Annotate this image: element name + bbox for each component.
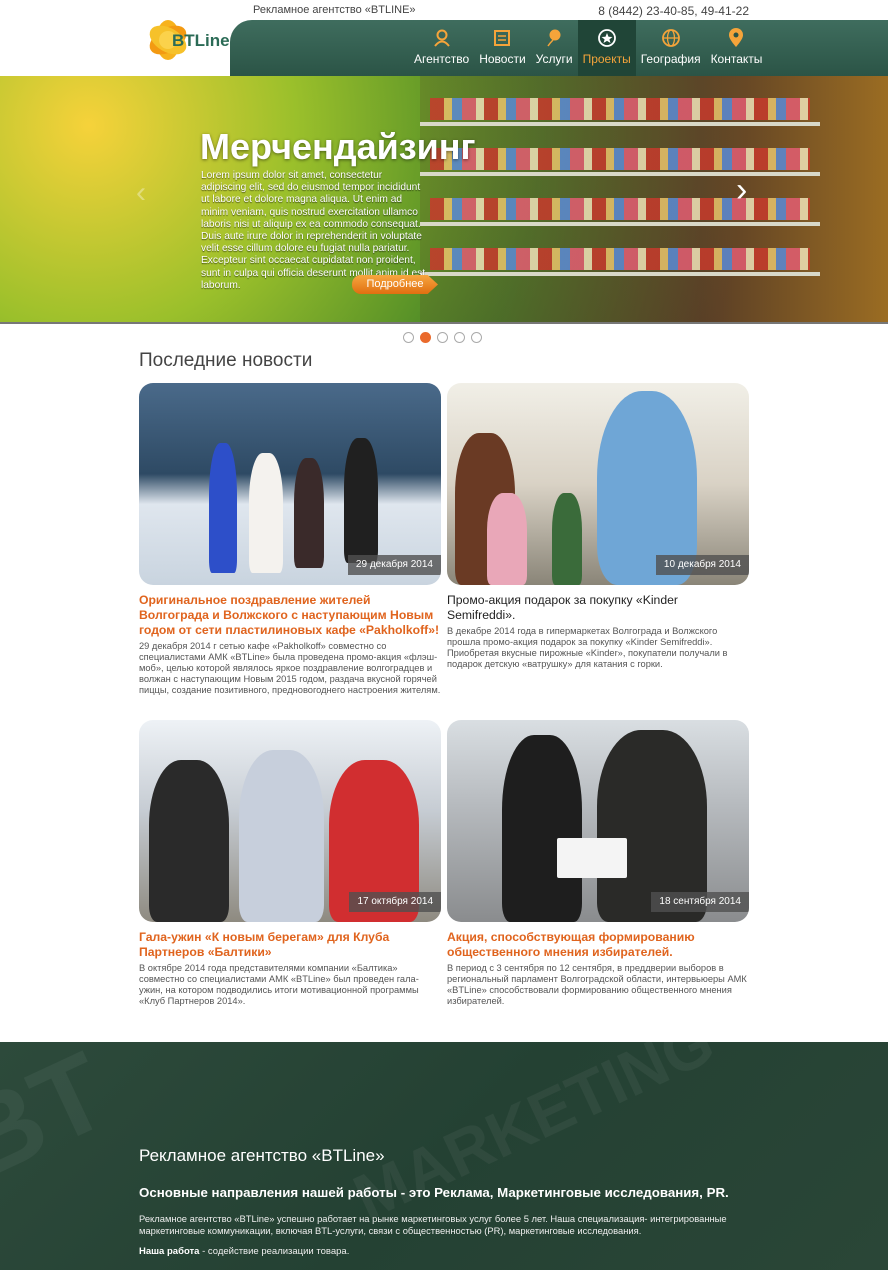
footer-text: Рекламное агентство «BTLine» успешно раб… bbox=[139, 1213, 727, 1236]
news-text: 29 декабря 2014 г сетью кафе «Pakholkoff… bbox=[139, 641, 441, 695]
news-photo[interactable]: 18 сентября 2014 bbox=[447, 720, 749, 922]
slider-dot[interactable] bbox=[420, 332, 431, 343]
nav-label: География bbox=[640, 52, 701, 66]
news-text: В декабре 2014 года в гипермаркетах Волг… bbox=[447, 626, 728, 669]
shelf-goods bbox=[430, 198, 810, 220]
news-card: 29 декабря 2014 Оригинальное поздравлени… bbox=[139, 383, 441, 696]
site-footer: MARKETING BT Рекламное агентство «BTLine… bbox=[0, 1042, 888, 1270]
shelf-goods bbox=[430, 248, 810, 270]
photo-paper bbox=[557, 838, 627, 878]
star-icon bbox=[597, 29, 616, 47]
news-text: В октябре 2014 года представителями комп… bbox=[139, 963, 419, 1006]
main-nav: Агентство Новости Услуги Проекты Географ… bbox=[409, 20, 767, 76]
slider-dot[interactable] bbox=[454, 332, 465, 343]
footer-title: Рекламное агентство «BTLine» bbox=[139, 1146, 385, 1165]
nav-item-contacts[interactable]: Контакты bbox=[706, 20, 768, 76]
photo-figure bbox=[502, 735, 582, 922]
shelf bbox=[420, 222, 820, 226]
footer-work-label: Наша работа bbox=[139, 1246, 200, 1257]
slider-dot[interactable] bbox=[471, 332, 482, 343]
news-card: 18 сентября 2014 Акция, способствующая ф… bbox=[447, 720, 749, 1007]
footer-watermark: MARKETING bbox=[342, 1042, 725, 1234]
shelf bbox=[420, 122, 820, 126]
more-button[interactable]: Подробнее bbox=[352, 275, 438, 294]
slider-dot[interactable] bbox=[403, 332, 414, 343]
site-header: Рекламное агентство «BTLINE» 8 (8442) 23… bbox=[0, 0, 888, 80]
nav-label: Проекты bbox=[582, 52, 631, 66]
news-title[interactable]: Гала-ужин «К новым берегам» для Клуба Па… bbox=[139, 930, 441, 960]
photo-figure bbox=[209, 443, 237, 573]
footer-work: Наша работа - содействие реализации това… bbox=[139, 1246, 349, 1257]
nav-item-geography[interactable]: География bbox=[636, 20, 706, 76]
prev-arrow-icon[interactable]: ‹ bbox=[136, 176, 146, 210]
shelf-goods bbox=[430, 98, 810, 120]
news-text: В период с 3 сентября по 12 сентября, в … bbox=[447, 963, 747, 1006]
news-date: 29 декабря 2014 bbox=[347, 555, 441, 575]
next-arrow-icon[interactable]: › bbox=[736, 171, 747, 210]
logo-text: BTLine bbox=[172, 31, 230, 50]
slider-dot[interactable] bbox=[437, 332, 448, 343]
photo-figure bbox=[552, 493, 582, 585]
photo-figure bbox=[487, 493, 527, 585]
news-card: 10 декабря 2014 Промо-акция подарок за п… bbox=[447, 383, 749, 670]
nav-item-news[interactable]: Новости bbox=[474, 20, 530, 76]
newspaper-icon bbox=[494, 30, 511, 46]
news-title[interactable]: Оригинальное поздравление жителей Волгог… bbox=[139, 593, 441, 638]
news-photo[interactable]: 17 октября 2014 bbox=[139, 720, 441, 922]
photo-figure bbox=[344, 438, 378, 563]
news-date: 10 декабря 2014 bbox=[655, 555, 749, 575]
news-title[interactable]: Промо-акция подарок за покупку «Kinder S… bbox=[447, 593, 749, 623]
nav-label: Услуги bbox=[535, 52, 573, 66]
phone-number[interactable]: 8 (8442) 23-40-85, 49-41-22 bbox=[598, 4, 749, 18]
map-pin-icon bbox=[729, 28, 744, 47]
nav-label: Агентство bbox=[414, 52, 470, 66]
nav-label: Новости bbox=[479, 52, 526, 66]
people-icon bbox=[433, 29, 450, 47]
btline-logo[interactable]: BTLine bbox=[140, 8, 232, 70]
balloon-icon bbox=[547, 29, 561, 47]
footer-work-text: - содействие реализации товара. bbox=[199, 1246, 350, 1257]
hero-slider: Мерчендайзинг Lorem ipsum dolor sit amet… bbox=[0, 76, 888, 324]
hero-title: Мерчендайзинг bbox=[200, 126, 476, 167]
nav-item-services[interactable]: Услуги bbox=[531, 20, 578, 76]
agency-tagline: Рекламное агентство «BTLINE» bbox=[253, 4, 416, 16]
news-date: 18 сентября 2014 bbox=[651, 892, 749, 912]
shelf bbox=[420, 272, 820, 276]
nav-item-agency[interactable]: Агентство bbox=[409, 20, 474, 76]
slider-dots bbox=[403, 332, 482, 343]
nav-label: Контакты bbox=[710, 52, 763, 66]
hero-text: Lorem ipsum dolor sit amet, consectetur … bbox=[201, 170, 426, 291]
news-title[interactable]: Акция, способствующая формированию общес… bbox=[447, 930, 749, 960]
hero-divider bbox=[0, 322, 888, 324]
footer-watermark-shape: BT bbox=[0, 1042, 126, 1203]
globe-icon bbox=[661, 29, 680, 47]
main-navbar: Агентство Новости Услуги Проекты Географ… bbox=[230, 20, 888, 76]
news-photo[interactable]: 10 декабря 2014 bbox=[447, 383, 749, 585]
news-date: 17 октября 2014 bbox=[349, 892, 441, 912]
photo-figure bbox=[249, 453, 283, 573]
news-photo[interactable]: 29 декабря 2014 bbox=[139, 383, 441, 585]
nav-item-projects[interactable]: Проекты bbox=[577, 20, 636, 76]
news-section-title: Последние новости bbox=[139, 350, 313, 371]
shelf-goods bbox=[430, 148, 810, 170]
footer-subtitle: Основные направления нашей работы - это … bbox=[139, 1185, 729, 1200]
shelf bbox=[420, 172, 820, 176]
photo-figure bbox=[149, 760, 229, 922]
photo-figure bbox=[239, 750, 324, 922]
photo-figure bbox=[294, 458, 324, 568]
news-card: 17 октября 2014 Гала-ужин «К новым берег… bbox=[139, 720, 441, 1007]
